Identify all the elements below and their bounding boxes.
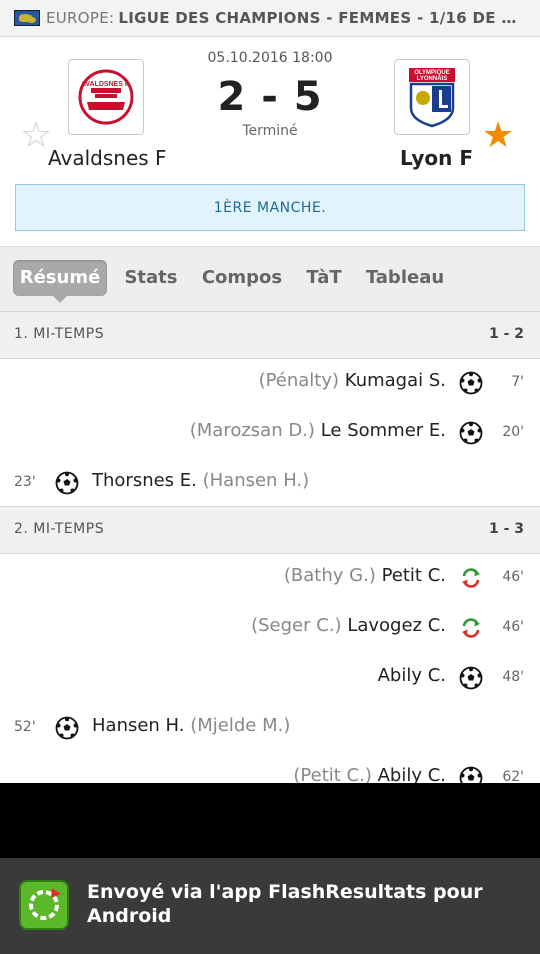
match-score: 2 - 5: [217, 74, 323, 120]
event-row[interactable]: (Pénalty) Kumagai S. 7': [0, 359, 540, 409]
event-assist: (Petit C.): [293, 765, 372, 783]
toast-message: Envoyé via l'app FlashResultats pour And…: [87, 881, 483, 927]
event-row[interactable]: 52' Hansen H. (Mjelde M.): [0, 704, 540, 754]
substitution-arrows-icon: [462, 618, 480, 638]
event-row[interactable]: 23' Thorsnes E. (Hansen H.): [0, 459, 540, 509]
avaldsnes-crest-icon: AVALDSNES IL: [78, 69, 134, 125]
screen-overlay-bar: [0, 783, 540, 858]
event-assist: (Seger C.): [251, 615, 342, 636]
flashresultats-app-icon: [19, 880, 69, 930]
refresh-arrow-icon: [29, 888, 61, 920]
tab-tableau[interactable]: Tableau: [360, 260, 450, 296]
competition-name: LIGUE DES CHAMPIONS - FEMMES - 1/16 DE F…: [118, 9, 519, 27]
section-score: 1 - 3: [488, 521, 524, 537]
event-player[interactable]: Lavogez C.: [347, 615, 446, 636]
event-row[interactable]: (Petit C.) Abily C. 62': [0, 754, 540, 783]
soccer-ball-icon: [459, 766, 483, 783]
event-assist: (Mjelde M.): [190, 715, 291, 736]
soccer-ball-icon: [55, 471, 79, 495]
event-player[interactable]: Abily C.: [378, 665, 446, 686]
europe-flag-icon: [14, 10, 40, 26]
event-minute: 52': [14, 719, 36, 735]
tab-resume[interactable]: Résumé: [13, 260, 107, 303]
event-minute: 62': [502, 769, 524, 783]
event-player[interactable]: Thorsnes E.: [92, 470, 197, 491]
event-row[interactable]: (Seger C.) Lavogez C. 46': [0, 604, 540, 654]
event-player[interactable]: Petit C.: [382, 565, 446, 586]
event-assist: (Pénalty): [258, 370, 340, 391]
home-team-name[interactable]: Avaldsnes F: [48, 146, 167, 170]
away-team-logo[interactable]: OLYMPIQUE LYONNAIS: [394, 59, 470, 135]
event-assist: (Hansen H.): [202, 470, 310, 491]
event-minute: 48': [502, 669, 524, 685]
away-team-name[interactable]: Lyon F: [400, 146, 473, 170]
detail-tabs: Résumé Stats Compos TàT Tableau: [0, 246, 540, 311]
competition-country: EUROPE:: [46, 9, 115, 27]
soccer-ball-icon: [459, 421, 483, 445]
match-datetime: 05.10.2016 18:00: [207, 50, 333, 66]
section-header-second-half: 2. MI-TEMPS 1 - 3: [0, 506, 540, 554]
event-minute: 23': [14, 474, 36, 490]
leg-info-box: 1ÈRE MANCHE.: [15, 184, 525, 231]
event-assist: (Marozsan D.): [189, 420, 315, 441]
event-minute: 46': [502, 569, 524, 585]
event-assist: (Bathy G.): [283, 565, 376, 586]
section-label: 1. MI-TEMPS: [14, 326, 105, 342]
share-toast: Envoyé via l'app FlashResultats pour And…: [0, 858, 540, 954]
tab-tat[interactable]: TàT: [298, 260, 350, 296]
match-summary[interactable]: 1. MI-TEMPS 1 - 2 (Pénalty) Kumagai S. 7…: [0, 311, 540, 783]
event-player[interactable]: Hansen H.: [92, 715, 185, 736]
svg-text:AVALDSNES IL: AVALDSNES IL: [81, 81, 132, 88]
event-minute: 7': [511, 374, 524, 390]
event-player[interactable]: Le Sommer E.: [321, 420, 446, 441]
tab-stats[interactable]: Stats: [116, 260, 186, 296]
match-status: Terminé: [242, 123, 298, 139]
svg-text:LYONNAIS: LYONNAIS: [417, 76, 447, 82]
section-label: 2. MI-TEMPS: [14, 521, 105, 537]
section-score: 1 - 2: [488, 326, 524, 342]
substitution-arrows-icon: [462, 568, 480, 588]
soccer-ball-icon: [459, 666, 483, 690]
event-player[interactable]: Abily C.: [378, 765, 446, 783]
event-player[interactable]: Kumagai S.: [345, 370, 446, 391]
home-team-logo[interactable]: AVALDSNES IL: [68, 59, 144, 135]
event-row[interactable]: (Marozsan D.) Le Sommer E. 20': [0, 409, 540, 459]
away-favorite-star-icon[interactable]: ★: [482, 118, 514, 154]
tab-compos[interactable]: Compos: [196, 260, 288, 296]
soccer-ball-icon: [459, 371, 483, 395]
soccer-ball-icon: [55, 716, 79, 740]
event-row[interactable]: (Bathy G.) Petit C. 46': [0, 554, 540, 604]
section-header-first-half: 1. MI-TEMPS 1 - 2: [0, 311, 540, 359]
event-minute: 20': [502, 424, 524, 440]
lyon-crest-icon: OLYMPIQUE LYONNAIS: [409, 68, 455, 128]
event-minute: 46': [502, 619, 524, 635]
match-header: ☆ AVALDSNES IL OLYMPIQUE LYONNAIS ★ 05.1…: [0, 38, 540, 246]
competition-bar[interactable]: EUROPE: LIGUE DES CHAMPIONS - FEMMES - 1…: [0, 0, 540, 37]
event-row[interactable]: Abily C. 48': [0, 654, 540, 704]
